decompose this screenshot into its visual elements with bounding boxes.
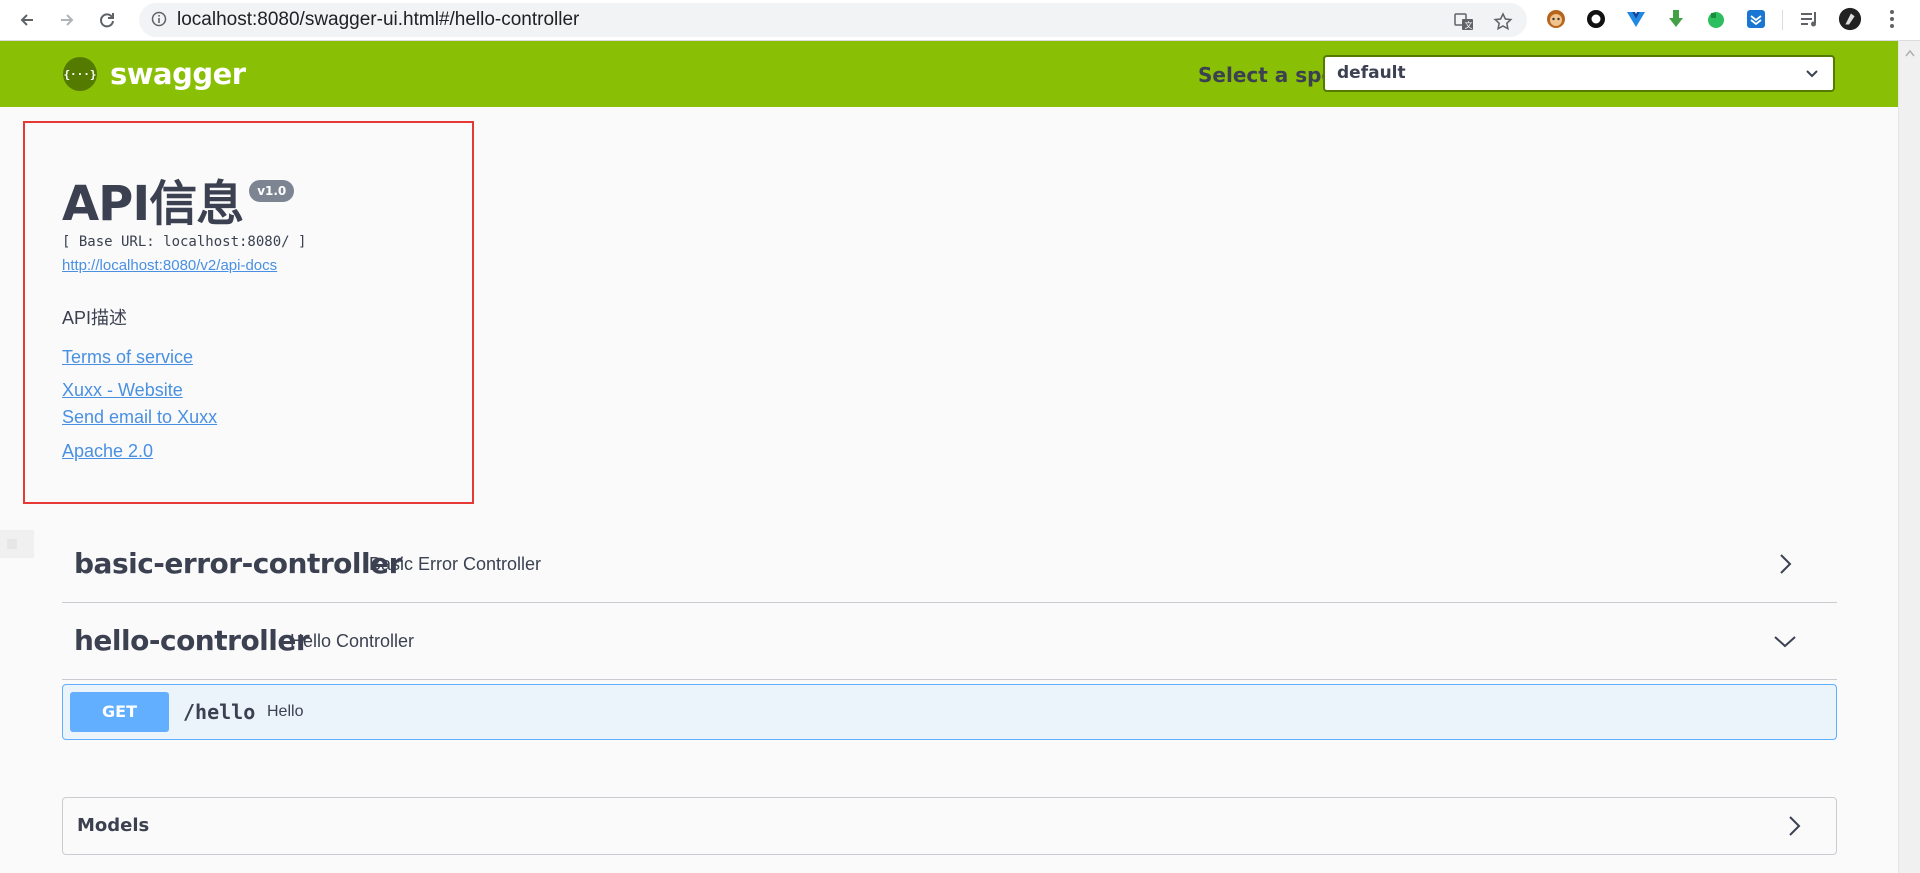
operation-path: /hello: [183, 700, 256, 724]
operation-summary: Hello: [267, 703, 304, 720]
spec-select-value: default: [1337, 63, 1406, 83]
scrollbar[interactable]: [1898, 41, 1920, 873]
forward-icon[interactable]: [52, 5, 82, 35]
email-link[interactable]: Send email to Xuxx: [62, 407, 217, 428]
chevron-right-icon: [1789, 816, 1801, 836]
swagger-topbar: {···} swagger Select a spec default: [0, 41, 1898, 107]
reload-icon[interactable]: [92, 5, 122, 35]
license-link[interactable]: Apache 2.0: [62, 441, 153, 462]
download-extension-icon[interactable]: [1664, 7, 1688, 31]
monkey-extension-icon[interactable]: [1544, 7, 1568, 31]
spec-select[interactable]: default: [1323, 55, 1835, 92]
scroll-up-icon[interactable]: [1905, 49, 1915, 57]
address-bar[interactable]: localhost:8080/swagger-ui.html#/hello-co…: [139, 3, 1527, 37]
menu-icon[interactable]: [1880, 7, 1904, 31]
chevron-down-icon: [1774, 636, 1796, 648]
save-extension-icon[interactable]: [1744, 7, 1768, 31]
star-icon[interactable]: [1492, 11, 1514, 33]
brand-name: swagger: [110, 57, 246, 91]
chevron-right-icon: [1780, 554, 1792, 574]
side-marker: [0, 530, 34, 558]
tag-basic-error-controller[interactable]: basic-error-controller Basic Error Contr…: [62, 526, 1837, 603]
tag-hello-controller[interactable]: hello-controller Hello Controller: [62, 603, 1837, 680]
swagger-logo[interactable]: {···} swagger: [63, 57, 246, 91]
base-url: [ Base URL: localhost:8080/ ]: [62, 234, 307, 250]
profile-avatar[interactable]: [1838, 7, 1862, 31]
media-icon[interactable]: [1798, 7, 1822, 31]
tag-description: Basic Error Controller: [369, 554, 542, 574]
circle-extension-icon[interactable]: [1584, 7, 1608, 31]
operation-get-hello[interactable]: GET /hello Hello: [62, 684, 1837, 740]
http-method-badge: GET: [70, 692, 169, 732]
toolbar-divider: [1782, 10, 1783, 30]
back-icon[interactable]: [12, 5, 42, 35]
tag-name: hello-controller: [74, 624, 310, 657]
browser-toolbar: localhost:8080/swagger-ui.html#/hello-co…: [0, 0, 1920, 41]
swagger-logo-icon: {···}: [63, 57, 97, 91]
api-description: API描述: [62, 308, 128, 328]
svg-text:文: 文: [1465, 20, 1473, 30]
models-section[interactable]: Models: [62, 797, 1837, 855]
models-label: Models: [77, 815, 150, 836]
tag-name: basic-error-controller: [74, 547, 402, 580]
version-badge: v1.0: [249, 180, 295, 202]
chevron-down-icon: [1806, 70, 1818, 78]
info-title-row: API信息 v1.0: [62, 176, 295, 232]
info-icon[interactable]: [151, 11, 167, 27]
logo-symbol: {···}: [63, 67, 97, 81]
tag-description: Hello Controller: [290, 631, 415, 651]
url-text: localhost:8080/swagger-ui.html#/hello-co…: [177, 9, 580, 30]
api-docs-link[interactable]: http://localhost:8080/v2/api-docs: [62, 257, 277, 274]
evernote-extension-icon[interactable]: [1704, 7, 1728, 31]
page-title: API信息: [62, 176, 244, 232]
website-link[interactable]: Xuxx - Website: [62, 380, 183, 401]
translate-icon[interactable]: 文: [1453, 11, 1475, 33]
side-marker-square: [7, 539, 17, 549]
vue-extension-icon[interactable]: [1624, 7, 1648, 31]
terms-of-service-link[interactable]: Terms of service: [62, 347, 193, 368]
